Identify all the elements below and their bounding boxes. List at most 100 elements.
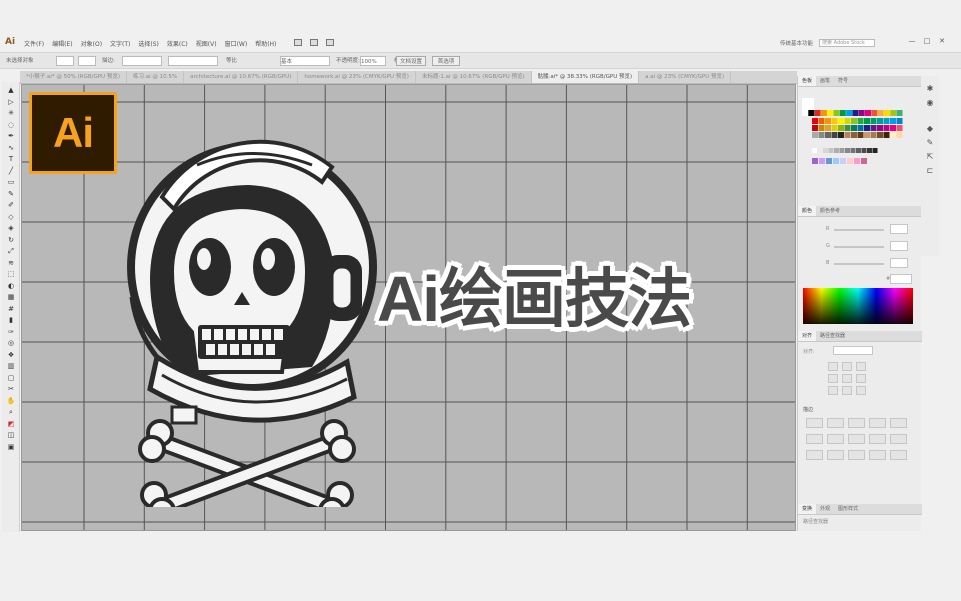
swatch-chip[interactable] — [851, 132, 857, 138]
mesh-tool-icon[interactable]: # — [6, 305, 16, 313]
gray-swatch-chip[interactable] — [845, 148, 850, 153]
rotate-tool-icon[interactable]: ↻ — [6, 236, 16, 244]
swatch-chip[interactable] — [857, 125, 864, 131]
align-button[interactable] — [828, 362, 838, 371]
scale-tool-icon[interactable]: ⤢ — [6, 247, 16, 255]
color-channel-field[interactable] — [890, 241, 908, 251]
swatch-chip[interactable] — [818, 132, 825, 138]
group-swatch-chip[interactable] — [812, 158, 818, 164]
swatch-chip[interactable] — [814, 110, 821, 116]
swatch-chip[interactable] — [846, 110, 853, 116]
group-swatch-chip[interactable] — [826, 158, 832, 164]
stroke-option[interactable] — [848, 450, 865, 460]
astronaut-skull-artwork[interactable] — [122, 127, 412, 507]
gray-swatch-chip[interactable] — [834, 148, 839, 153]
shaper-tool-icon[interactable]: ◇ — [6, 213, 16, 221]
stroke-option[interactable] — [869, 450, 886, 460]
swatch-chip[interactable] — [838, 125, 844, 131]
color-spectrum[interactable] — [803, 288, 913, 324]
gray-swatch-chip[interactable] — [861, 148, 867, 153]
properties-icon[interactable]: ✱ — [925, 84, 935, 93]
gradient-tool-icon[interactable]: ▮ — [6, 316, 16, 324]
swatch-chip[interactable] — [825, 125, 831, 131]
stroke-option[interactable] — [806, 450, 823, 460]
gray-swatch-chip[interactable] — [812, 148, 817, 153]
swatch-chip[interactable] — [844, 118, 851, 124]
close-button[interactable]: ✕ — [937, 37, 947, 45]
canvas-headline[interactable]: Ai绘画技法 — [377, 248, 692, 340]
document-tab[interactable]: 未标题-1.ai @ 10.67% (RGB/GPU 预览) — [416, 71, 532, 83]
swatch-chip[interactable] — [857, 118, 864, 124]
blend-tool-icon[interactable]: ◎ — [6, 339, 16, 347]
stroke-option[interactable] — [890, 418, 907, 428]
artboard-canvas[interactable]: Ai Ai绘画技法 — [21, 84, 796, 531]
menu-item[interactable]: 选择(S) — [136, 39, 161, 48]
stroke-option[interactable] — [869, 434, 886, 444]
swatch-chip[interactable] — [865, 110, 871, 116]
align-button[interactable] — [842, 362, 852, 371]
swatch-chip[interactable] — [812, 125, 818, 131]
swatch-chip[interactable] — [825, 118, 831, 124]
swatch-chip[interactable] — [812, 118, 818, 124]
swatch-chip[interactable] — [838, 132, 844, 138]
menu-item[interactable]: 对象(O) — [79, 39, 104, 48]
column-graph-tool-icon[interactable]: ▥ — [6, 362, 16, 370]
menu-item[interactable]: 窗口(W) — [223, 39, 250, 48]
free-transform-tool-icon[interactable]: ⬚ — [6, 270, 16, 278]
eraser-tool-icon[interactable]: ◈ — [6, 224, 16, 232]
layers-icon[interactable]: ◉ — [925, 98, 935, 107]
workspace-switcher[interactable]: 传统基本功能 — [780, 39, 813, 47]
magic-wand-tool-icon[interactable]: ✳ — [6, 109, 16, 117]
swatch-chip[interactable] — [858, 110, 865, 116]
swatch-chip[interactable] — [851, 125, 857, 131]
swatch-chip[interactable] — [896, 110, 903, 116]
panel-tab[interactable]: 变换 — [798, 504, 817, 514]
panel-tab[interactable]: 路径查找器 — [816, 331, 849, 341]
swatch-chip[interactable] — [877, 125, 883, 131]
swatch-chip[interactable] — [818, 125, 825, 131]
align-button[interactable] — [856, 362, 866, 371]
color-channel-slider[interactable] — [834, 246, 884, 248]
pen-tool-icon[interactable]: ✒ — [6, 132, 16, 140]
menu-item[interactable]: 视图(V) — [194, 39, 219, 48]
menu-item[interactable]: 文字(T) — [108, 39, 132, 48]
stroke-option[interactable] — [827, 450, 844, 460]
swatch-chip[interactable] — [812, 132, 818, 138]
direct-select-tool-icon[interactable]: ▷ — [6, 98, 16, 106]
perspective-grid-tool-icon[interactable]: ▦ — [6, 293, 16, 301]
hex-field[interactable] — [890, 274, 912, 284]
stroke-option[interactable] — [848, 418, 865, 428]
opacity-field[interactable]: 100% — [360, 56, 386, 66]
gray-swatch-chip[interactable] — [867, 148, 872, 153]
panel-tab[interactable]: 外观 — [816, 504, 834, 514]
rectangle-tool-icon[interactable]: ▭ — [6, 178, 16, 186]
document-tab[interactable]: homework.ai @ 23% (CMYK/GPU 预览) — [298, 71, 416, 83]
swatch-chip[interactable] — [844, 125, 851, 131]
swatch-chip[interactable] — [831, 125, 838, 131]
swatch-chip[interactable] — [820, 110, 827, 116]
swatch-chip[interactable] — [883, 132, 890, 138]
document-setup-button[interactable]: 文档设置 — [396, 56, 426, 66]
stroke-option[interactable] — [806, 418, 823, 428]
width-tool-icon[interactable]: ≋ — [6, 259, 16, 267]
align-button[interactable] — [828, 386, 838, 395]
swatch-chip[interactable] — [890, 125, 896, 131]
document-tab[interactable]: 练习.ai @ 10.5% — [127, 71, 185, 83]
zoom-tool-icon[interactable]: ⌕ — [6, 408, 16, 416]
minimize-button[interactable]: — — [907, 37, 917, 45]
slice-tool-icon[interactable]: ✂ — [6, 385, 16, 393]
panel-tab[interactable]: 颜色参考 — [816, 206, 844, 216]
lasso-tool-icon[interactable]: ◌ — [6, 121, 16, 129]
stock-search-input[interactable]: 搜索 Adobe Stock — [819, 39, 876, 47]
swatch-chip[interactable] — [896, 125, 903, 131]
type-tool-icon[interactable]: T — [6, 155, 16, 163]
swatch-chip[interactable] — [890, 118, 896, 124]
pencil-tool-icon[interactable]: ✐ — [6, 201, 16, 209]
swatch-chip[interactable] — [802, 110, 808, 116]
swatch-chip[interactable] — [857, 132, 864, 138]
arrange-documents-icon[interactable] — [310, 39, 318, 46]
screen-mode-icon[interactable]: ▣ — [6, 443, 16, 451]
maximize-button[interactable]: □ — [922, 37, 932, 45]
hand-tool-icon[interactable]: ✋ — [6, 397, 16, 405]
brushes-icon[interactable]: ✎ — [925, 138, 935, 147]
